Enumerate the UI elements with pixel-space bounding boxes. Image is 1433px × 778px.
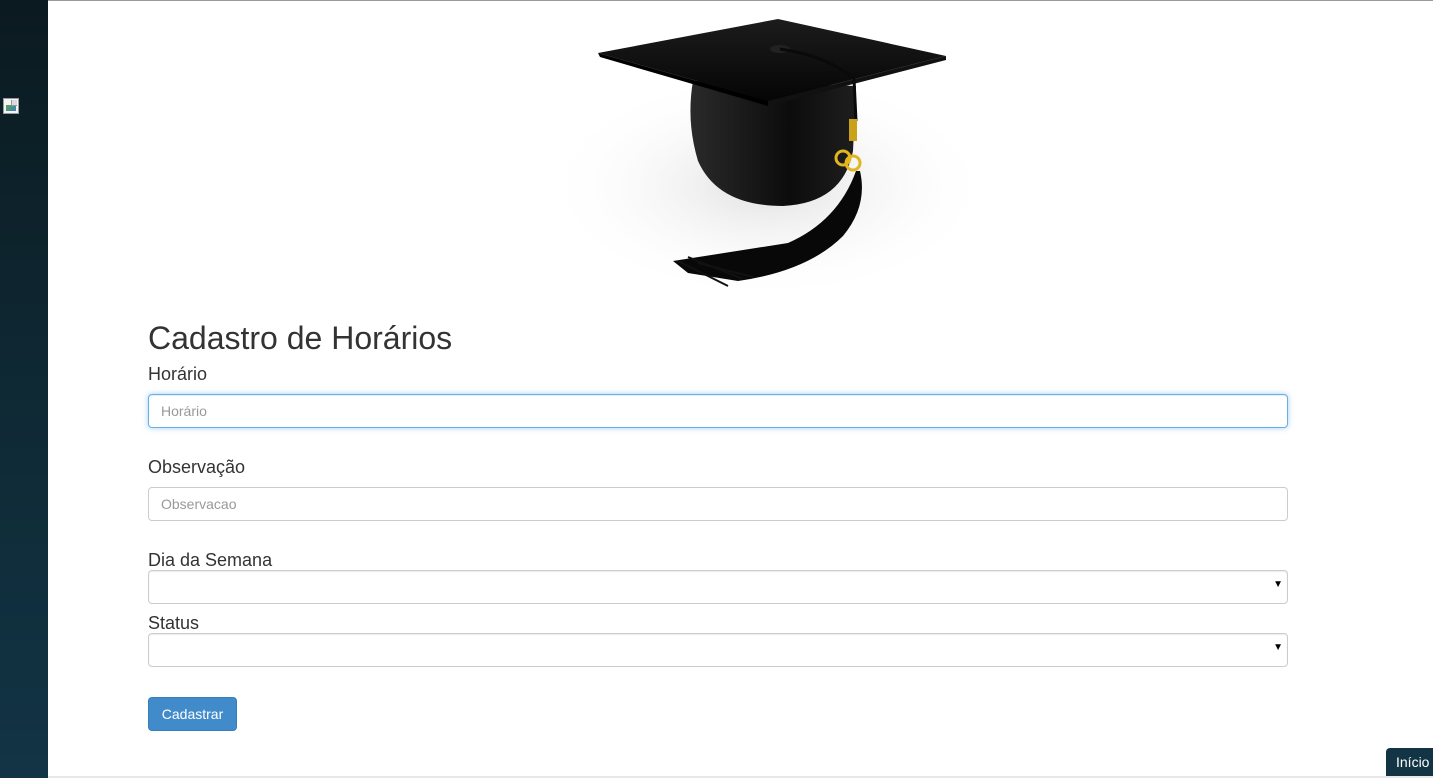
inicio-button[interactable]: Início [1386,748,1433,776]
dia-semana-select[interactable]: ▼ [148,570,1288,604]
status-label: Status [148,613,200,633]
status-select[interactable]: ▼ [148,633,1288,667]
observacao-input[interactable] [148,487,1288,521]
graduation-cap-image [538,11,998,311]
main-content: Cadastro de Horários Horário Observação … [48,1,1433,777]
cadastrar-button[interactable]: Cadastrar [148,697,237,731]
dia-semana-label: Dia da Semana [148,550,273,570]
observacao-label: Observação [148,457,246,477]
page-title: Cadastro de Horários [148,320,453,356]
schedule-form: Cadastro de Horários Horário Observação … [148,319,1288,731]
horario-input[interactable] [148,394,1288,428]
dropdown-arrow-icon: ▼ [1273,642,1283,653]
sidebar [0,0,48,778]
dropdown-arrow-icon: ▼ [1273,579,1283,590]
horario-label: Horário [148,364,208,384]
broken-image-icon[interactable] [3,98,19,114]
